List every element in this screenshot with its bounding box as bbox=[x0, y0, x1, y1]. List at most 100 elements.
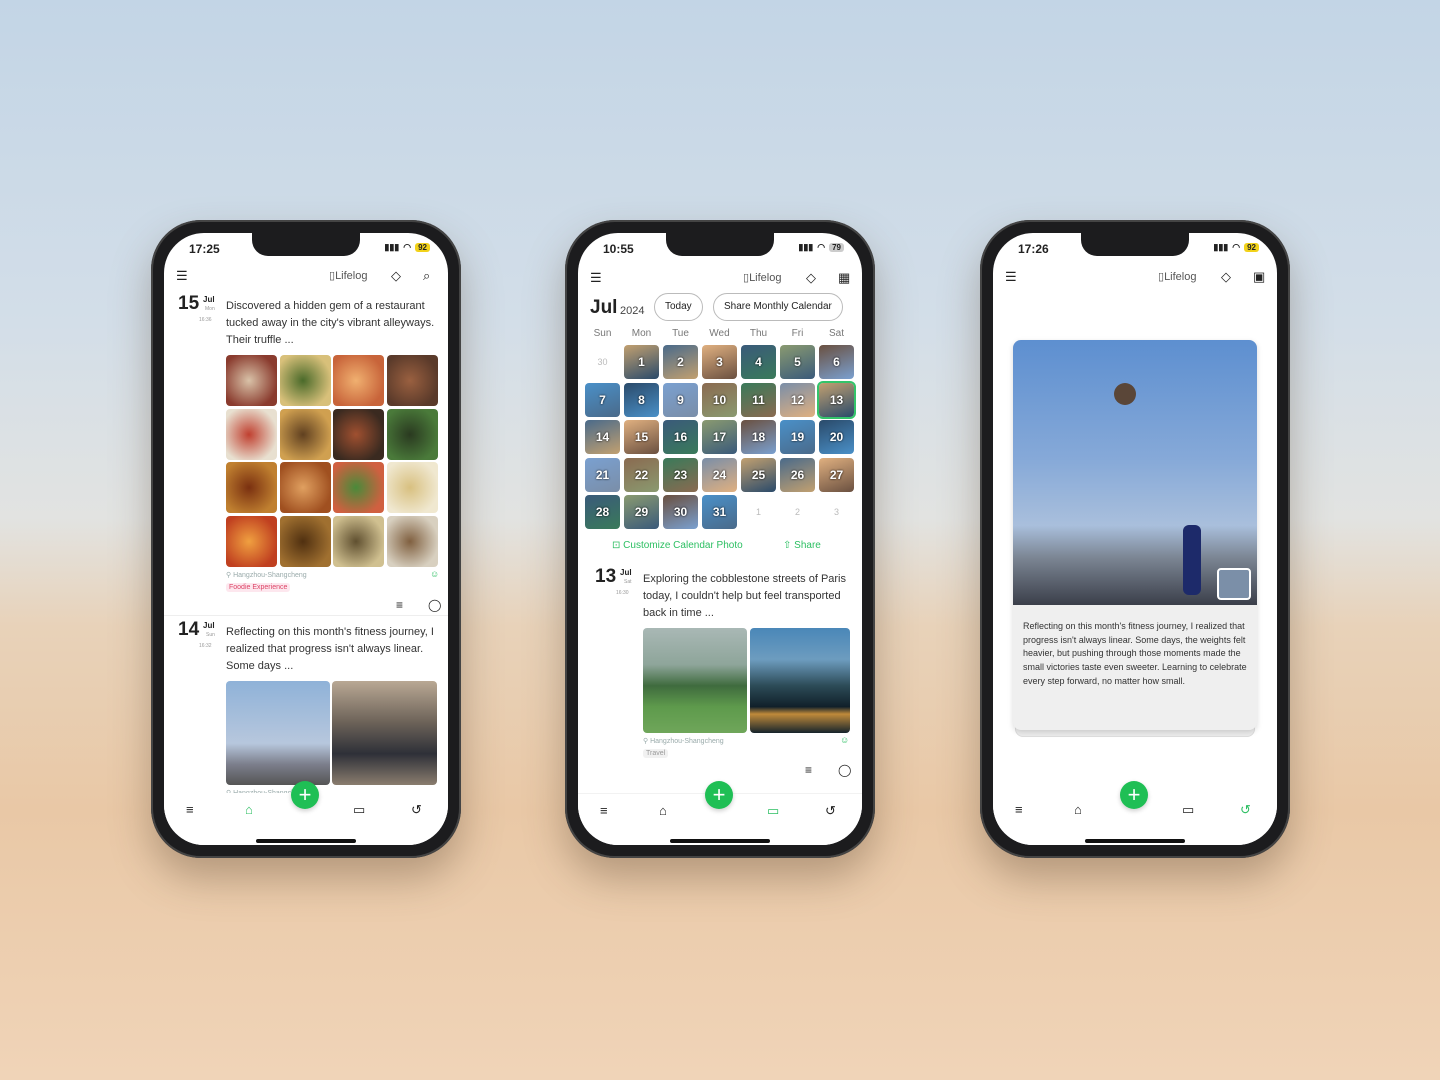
nav-history-icon[interactable]: ↺ bbox=[411, 800, 422, 820]
calendar-day[interactable]: 13 bbox=[817, 380, 856, 419]
tag-icon[interactable]: ◇ bbox=[1221, 267, 1231, 287]
calendar-day[interactable]: 16 bbox=[663, 420, 698, 454]
photo[interactable] bbox=[750, 628, 850, 733]
comment-icon[interactable]: ◯ bbox=[428, 595, 441, 615]
calendar-day[interactable]: 25 bbox=[741, 457, 776, 492]
calendar-day[interactable]: 4 bbox=[741, 345, 776, 379]
comment-icon[interactable]: ◯ bbox=[838, 760, 851, 780]
calendar-day[interactable]: 15 bbox=[624, 420, 659, 454]
calendar-day[interactable]: 26 bbox=[780, 457, 815, 492]
photo[interactable] bbox=[333, 408, 384, 460]
customize-calendar-photo-button[interactable]: ⊡ Customize Calendar Photo bbox=[612, 540, 743, 551]
nav-history-icon[interactable]: ↺ bbox=[825, 801, 836, 821]
battery-badge: 92 bbox=[415, 243, 430, 252]
menu-icon[interactable]: ☰ bbox=[590, 268, 602, 288]
calendar-icon[interactable]: ▦ bbox=[838, 268, 850, 288]
calendar-day[interactable]: 10 bbox=[702, 382, 737, 417]
photo[interactable] bbox=[332, 681, 437, 785]
lifelog-button[interactable]: ▯Lifelog bbox=[1158, 267, 1196, 287]
calendar-day[interactable]: 1 bbox=[741, 495, 776, 529]
photo[interactable] bbox=[279, 355, 331, 406]
calendar-day[interactable]: 21 bbox=[585, 457, 620, 492]
entry-tag[interactable]: Foodie Experience bbox=[226, 583, 291, 592]
photo[interactable] bbox=[279, 408, 331, 460]
calendar-day[interactable]: 9 bbox=[663, 382, 698, 417]
nav-home-icon[interactable]: ⌂ bbox=[1074, 800, 1082, 820]
today-button[interactable]: Today bbox=[654, 293, 703, 321]
nav-list-icon[interactable]: ≡ bbox=[186, 800, 194, 820]
entry-tag[interactable]: Travel bbox=[643, 749, 669, 758]
calendar-day[interactable]: 7 bbox=[585, 382, 620, 417]
wifi-icon: ◠ bbox=[1232, 242, 1241, 252]
list-icon[interactable]: ≡ bbox=[805, 760, 812, 780]
photo[interactable] bbox=[333, 355, 384, 406]
nav-home-icon[interactable]: ⌂ bbox=[245, 800, 253, 820]
menu-icon[interactable]: ☰ bbox=[1005, 267, 1017, 287]
calendar-day[interactable]: 30 bbox=[585, 345, 620, 379]
photo[interactable] bbox=[386, 462, 438, 513]
calendar-day[interactable]: 28 bbox=[585, 495, 620, 529]
photo[interactable] bbox=[226, 681, 330, 785]
photo[interactable] bbox=[386, 355, 438, 406]
nav-calendar-icon[interactable]: ▭ bbox=[1182, 800, 1194, 820]
calendar-day[interactable]: 20 bbox=[819, 420, 854, 454]
lifelog-label: Lifelog bbox=[749, 272, 782, 284]
calendar-day[interactable]: 22 bbox=[624, 457, 659, 492]
lifelog-button[interactable]: ▯Lifelog bbox=[743, 268, 781, 288]
share-monthly-calendar-button[interactable]: Share Monthly Calendar bbox=[713, 293, 843, 321]
add-entry-button[interactable]: + bbox=[705, 781, 733, 809]
nav-calendar-icon[interactable]: ▭ bbox=[767, 801, 779, 821]
calendar-icon[interactable]: ▣ bbox=[1253, 267, 1265, 287]
nav-list-icon[interactable]: ≡ bbox=[600, 801, 608, 821]
list-icon[interactable]: ≡ bbox=[396, 595, 403, 615]
memory-card[interactable]: Reflecting on this month's fitness journ… bbox=[1013, 340, 1257, 730]
calendar-day[interactable]: 1 bbox=[624, 345, 659, 379]
lifelog-button[interactable]: ▯Lifelog bbox=[329, 266, 367, 286]
calendar-day[interactable]: 29 bbox=[624, 495, 659, 529]
menu-icon[interactable]: ☰ bbox=[176, 266, 188, 286]
search-icon[interactable]: ⌕ bbox=[423, 266, 430, 286]
photo[interactable] bbox=[643, 628, 747, 733]
nav-list-icon[interactable]: ≡ bbox=[1015, 800, 1023, 820]
calendar-day[interactable]: 23 bbox=[663, 457, 698, 492]
photo[interactable] bbox=[226, 355, 277, 406]
calendar-day[interactable]: 19 bbox=[780, 420, 815, 454]
share-button[interactable]: ⇧ Share bbox=[783, 540, 821, 551]
thumbnail-button[interactable] bbox=[1217, 568, 1251, 600]
photo[interactable] bbox=[386, 515, 438, 567]
entry-text: Exploring the cobblestone streets of Par… bbox=[643, 573, 847, 619]
calendar-day[interactable]: 3 bbox=[702, 345, 737, 379]
photo[interactable] bbox=[333, 462, 384, 513]
calendar-day[interactable]: 6 bbox=[819, 345, 854, 379]
tag-icon[interactable]: ◇ bbox=[391, 266, 401, 286]
calendar-day[interactable]: 30 bbox=[663, 495, 698, 529]
nav-calendar-icon[interactable]: ▭ bbox=[353, 800, 365, 820]
calendar-day[interactable]: 8 bbox=[624, 382, 659, 417]
calendar-day[interactable]: 2 bbox=[663, 345, 698, 379]
calendar-day[interactable]: 2 bbox=[780, 495, 815, 529]
calendar-day[interactable]: 24 bbox=[702, 457, 737, 492]
nav-home-icon[interactable]: ⌂ bbox=[659, 801, 667, 821]
photo[interactable] bbox=[279, 515, 331, 567]
calendar-day[interactable]: 14 bbox=[585, 420, 620, 454]
calendar-day[interactable]: 12 bbox=[780, 382, 815, 417]
photo[interactable] bbox=[226, 515, 277, 567]
add-entry-button[interactable]: + bbox=[291, 781, 319, 809]
calendar-day[interactable]: 31 bbox=[702, 495, 737, 529]
photo[interactable] bbox=[226, 408, 277, 460]
tag-icon[interactable]: ◇ bbox=[806, 268, 816, 288]
photo[interactable] bbox=[226, 462, 277, 513]
photo[interactable] bbox=[333, 515, 384, 567]
nav-history-icon[interactable]: ↺ bbox=[1240, 800, 1251, 820]
phone-timeline: 17:25 ▮▮▮ ◠ 92 ☰ ▯Lifelog ◇ ⌕ 15 Jul Mon 1… bbox=[151, 220, 461, 858]
calendar-day[interactable]: 11 bbox=[741, 382, 776, 417]
calendar-day[interactable]: 3 bbox=[819, 495, 854, 529]
add-entry-button[interactable]: + bbox=[1120, 781, 1148, 809]
photo[interactable] bbox=[279, 462, 331, 513]
photo[interactable] bbox=[386, 408, 438, 460]
calendar-day[interactable]: 17 bbox=[702, 420, 737, 454]
calendar-day[interactable]: 5 bbox=[780, 345, 815, 379]
entry-day: 14 bbox=[178, 619, 200, 640]
calendar-day[interactable]: 18 bbox=[741, 420, 776, 454]
calendar-day[interactable]: 27 bbox=[819, 457, 854, 492]
